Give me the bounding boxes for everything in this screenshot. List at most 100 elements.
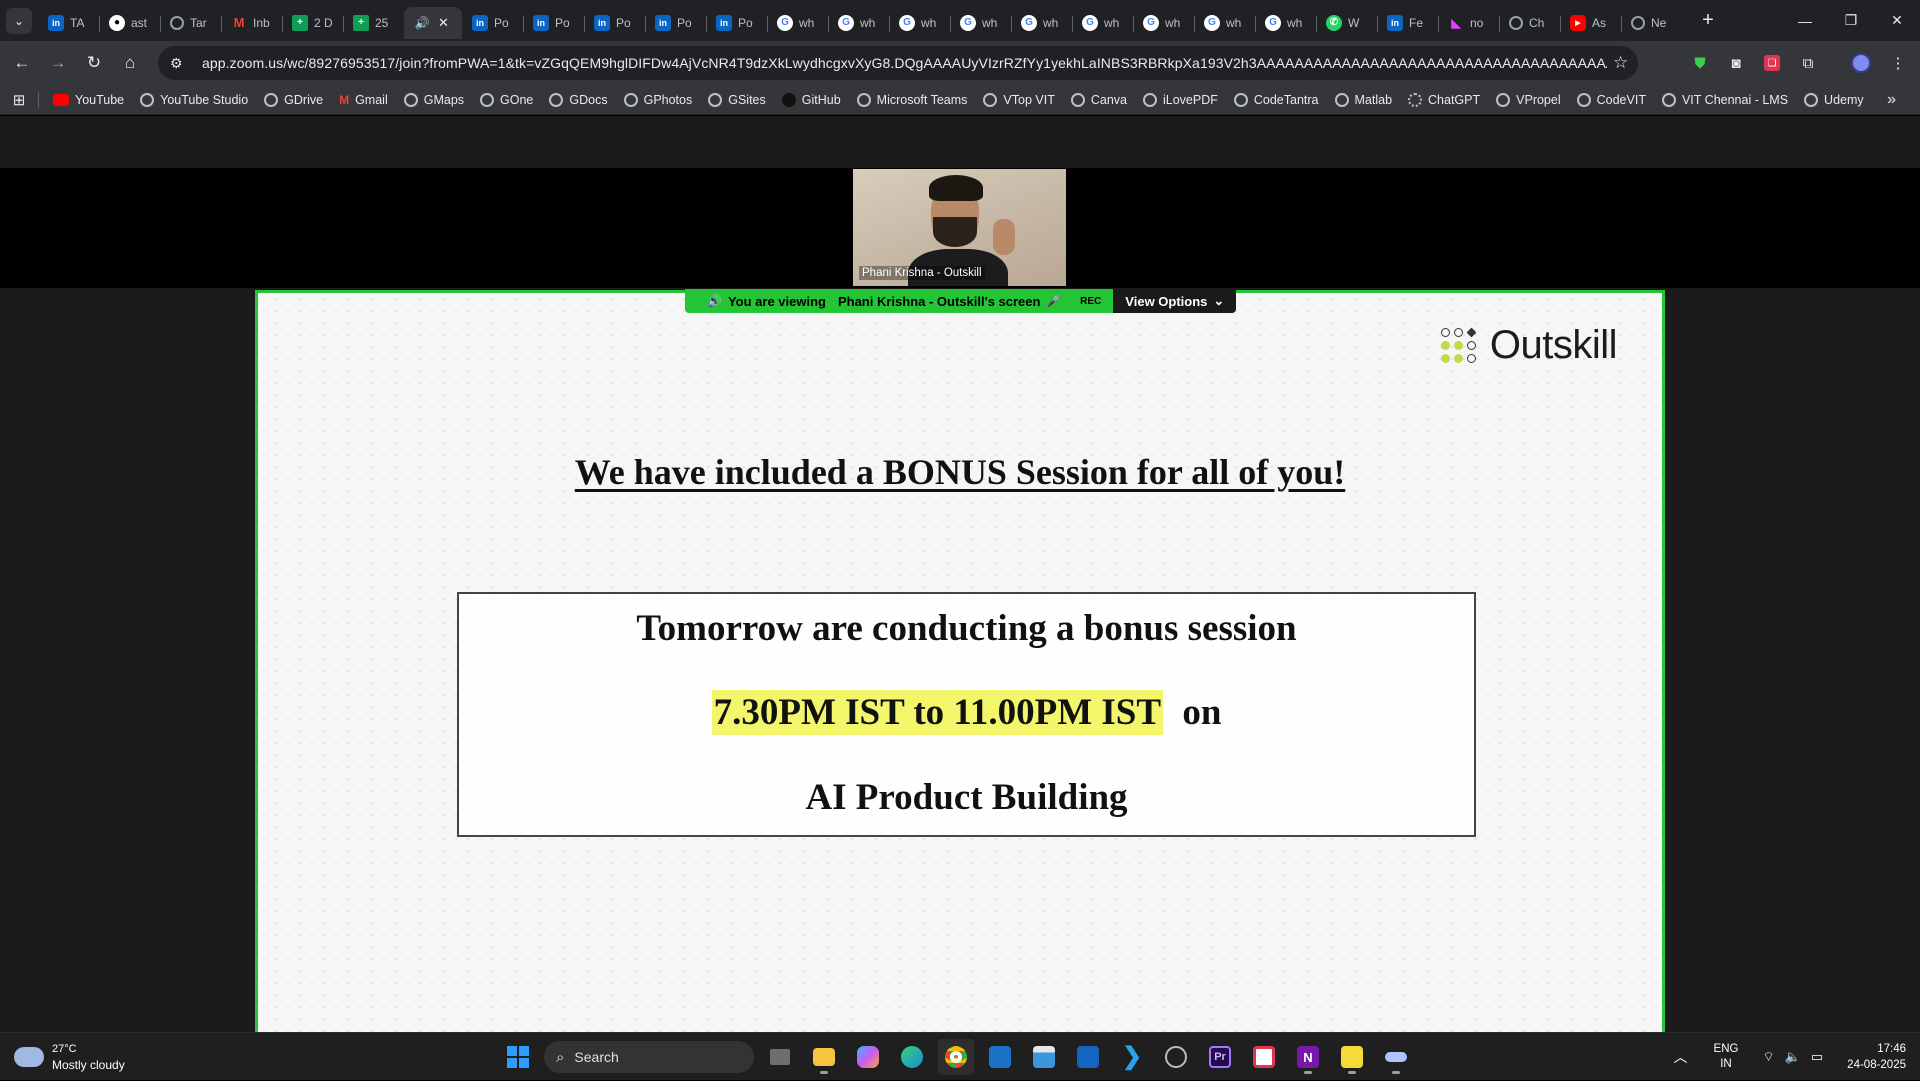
- restore-icon[interactable]: ❐: [1828, 0, 1874, 41]
- tab[interactable]: in Fe: [1377, 7, 1438, 39]
- tab[interactable]: M Inb: [221, 7, 282, 39]
- vscode-icon[interactable]: ❯: [1114, 1039, 1150, 1075]
- obs-icon[interactable]: [1158, 1039, 1194, 1075]
- chrome-icon[interactable]: [938, 1039, 974, 1075]
- tab-strip: ⌄ in TA ● ast Tar M Inb +2 D +25 🔊 ✕ in Po in Po in Po in…: [0, 0, 1920, 41]
- tab[interactable]: Gwh: [1072, 7, 1133, 39]
- chevron-up-icon[interactable]: ︿: [1674, 1047, 1688, 1067]
- tab[interactable]: in TA: [38, 7, 99, 39]
- profile-avatar[interactable]: [1846, 48, 1876, 78]
- tab[interactable]: ▶ As: [1560, 7, 1621, 39]
- address-bar[interactable]: ⚙ app.zoom.us/wc/89276953517/join?fromPW…: [158, 46, 1638, 80]
- premiere-icon[interactable]: Pr: [1202, 1039, 1238, 1075]
- forward-button[interactable]: →: [40, 45, 76, 81]
- tab[interactable]: ◣ no: [1438, 7, 1499, 39]
- onenote-icon[interactable]: N: [1290, 1039, 1326, 1075]
- language-indicator[interactable]: ENG IN: [1714, 1042, 1739, 1072]
- start-button[interactable]: [500, 1039, 536, 1075]
- tab[interactable]: +2 D: [282, 7, 343, 39]
- bookmark-item[interactable]: Matlab: [1327, 87, 1401, 113]
- bookmark-item[interactable]: VIT Chennai - LMS: [1654, 87, 1796, 113]
- clock[interactable]: 17:46 24-08-2025: [1847, 1041, 1906, 1073]
- bookmark-item[interactable]: Canva: [1063, 87, 1135, 113]
- tab[interactable]: in Po: [523, 7, 584, 39]
- bookmark-item[interactable]: GMaps: [396, 87, 472, 113]
- tab[interactable]: Gwh: [1133, 7, 1194, 39]
- tab-active[interactable]: 🔊 ✕: [404, 6, 462, 39]
- tab[interactable]: Gwh: [828, 7, 889, 39]
- close-icon[interactable]: ✕: [1874, 0, 1920, 41]
- tab[interactable]: Gwh: [1255, 7, 1316, 39]
- wifi-icon: ⌔: [1762, 1049, 1775, 1064]
- tab[interactable]: ● ast: [99, 7, 160, 39]
- tab[interactable]: Gwh: [767, 7, 828, 39]
- quick-settings[interactable]: ⌔ 🔈 ▭: [1762, 1049, 1823, 1065]
- sticky-notes-icon[interactable]: [1334, 1039, 1370, 1075]
- bookmark-item[interactable]: Udemy: [1796, 87, 1872, 113]
- participant-video[interactable]: Phani Krishna - Outskill: [853, 169, 1066, 286]
- snipping-tool-icon[interactable]: [1246, 1039, 1282, 1075]
- taskbar-search[interactable]: ⌕ Search: [544, 1041, 754, 1073]
- apps-grid-icon[interactable]: ⊞: [0, 91, 38, 109]
- tab[interactable]: Gwh: [889, 7, 950, 39]
- task-view-icon[interactable]: [762, 1039, 798, 1075]
- back-button[interactable]: ←: [4, 45, 40, 81]
- minimize-icon[interactable]: —: [1782, 0, 1828, 41]
- camera-icon[interactable]: ◙: [1721, 48, 1751, 78]
- url-text[interactable]: app.zoom.us/wc/89276953517/join?fromPWA=…: [202, 55, 1607, 71]
- copilot-icon[interactable]: [850, 1039, 886, 1075]
- tab[interactable]: +25: [343, 7, 404, 39]
- bookmark-item[interactable]: GOne: [472, 87, 541, 113]
- menu-icon[interactable]: ⋮: [1883, 48, 1913, 78]
- tab-title: wh: [799, 15, 815, 30]
- bookmark-item[interactable]: M Gmail: [331, 87, 396, 113]
- bookmark-item[interactable]: GitHub: [774, 87, 849, 113]
- home-button[interactable]: ⌂: [112, 45, 148, 81]
- bookmark-item[interactable]: CodeVIT: [1569, 87, 1654, 113]
- bookmark-item[interactable]: ChatGPT: [1400, 87, 1488, 113]
- bookmark-item[interactable]: CodeTantra: [1226, 87, 1327, 113]
- tab[interactable]: Ne: [1621, 7, 1682, 39]
- bookmark-item[interactable]: iLovePDF: [1135, 87, 1226, 113]
- tab-search-button[interactable]: ⌄: [6, 7, 32, 34]
- bookmark-item[interactable]: YouTube Studio: [132, 87, 256, 113]
- tab[interactable]: in Po: [645, 7, 706, 39]
- bookmark-item[interactable]: VTop VIT: [975, 87, 1062, 113]
- bookmark-item[interactable]: GPhotos: [616, 87, 701, 113]
- bookmark-item[interactable]: VPropel: [1488, 87, 1568, 113]
- tab[interactable]: Gwh: [1011, 7, 1072, 39]
- bookmark-label: VTop VIT: [1003, 92, 1055, 107]
- view-options-button[interactable]: View Options ⌄: [1113, 289, 1237, 313]
- site-info-icon[interactable]: ⚙: [170, 55, 190, 72]
- bookmark-item[interactable]: GDrive: [256, 87, 331, 113]
- weather-widget[interactable]: 27°C Mostly cloudy: [10, 1041, 125, 1073]
- tab-title: Ch: [1529, 15, 1545, 30]
- new-tab-button[interactable]: +: [1696, 9, 1720, 32]
- tab[interactable]: in Po: [584, 7, 645, 39]
- pocket-icon[interactable]: ❏: [1757, 48, 1787, 78]
- reload-button[interactable]: ↻: [76, 45, 112, 81]
- tab[interactable]: Gwh: [950, 7, 1011, 39]
- more-bookmarks-icon[interactable]: »: [1887, 91, 1896, 109]
- teams-icon[interactable]: [1070, 1039, 1106, 1075]
- bookmark-item[interactable]: GSites: [700, 87, 774, 113]
- tab[interactable]: Ch: [1499, 7, 1560, 39]
- app-window-icon[interactable]: [1378, 1039, 1414, 1075]
- bookmark-star-icon[interactable]: ☆: [1613, 53, 1628, 73]
- close-tab-icon[interactable]: ✕: [438, 15, 449, 31]
- bookmark-item[interactable]: YouTube: [45, 87, 132, 113]
- outlook-icon[interactable]: [982, 1039, 1018, 1075]
- extensions-icon[interactable]: ⧉: [1793, 48, 1823, 78]
- bookmark-item[interactable]: Microsoft Teams: [849, 87, 976, 113]
- tab[interactable]: in Po: [706, 7, 767, 39]
- tab[interactable]: Gwh: [1194, 7, 1255, 39]
- edge-icon[interactable]: [894, 1039, 930, 1075]
- tab[interactable]: ✆ W: [1316, 7, 1377, 39]
- file-explorer-icon[interactable]: [806, 1039, 842, 1075]
- bookmark-label: GitHub: [801, 92, 841, 107]
- shield-icon[interactable]: ⛊: [1685, 48, 1715, 78]
- tab[interactable]: in Po: [462, 7, 523, 39]
- bookmark-item[interactable]: GDocs: [541, 87, 615, 113]
- store-icon[interactable]: [1026, 1039, 1062, 1075]
- tab[interactable]: Tar: [160, 7, 221, 39]
